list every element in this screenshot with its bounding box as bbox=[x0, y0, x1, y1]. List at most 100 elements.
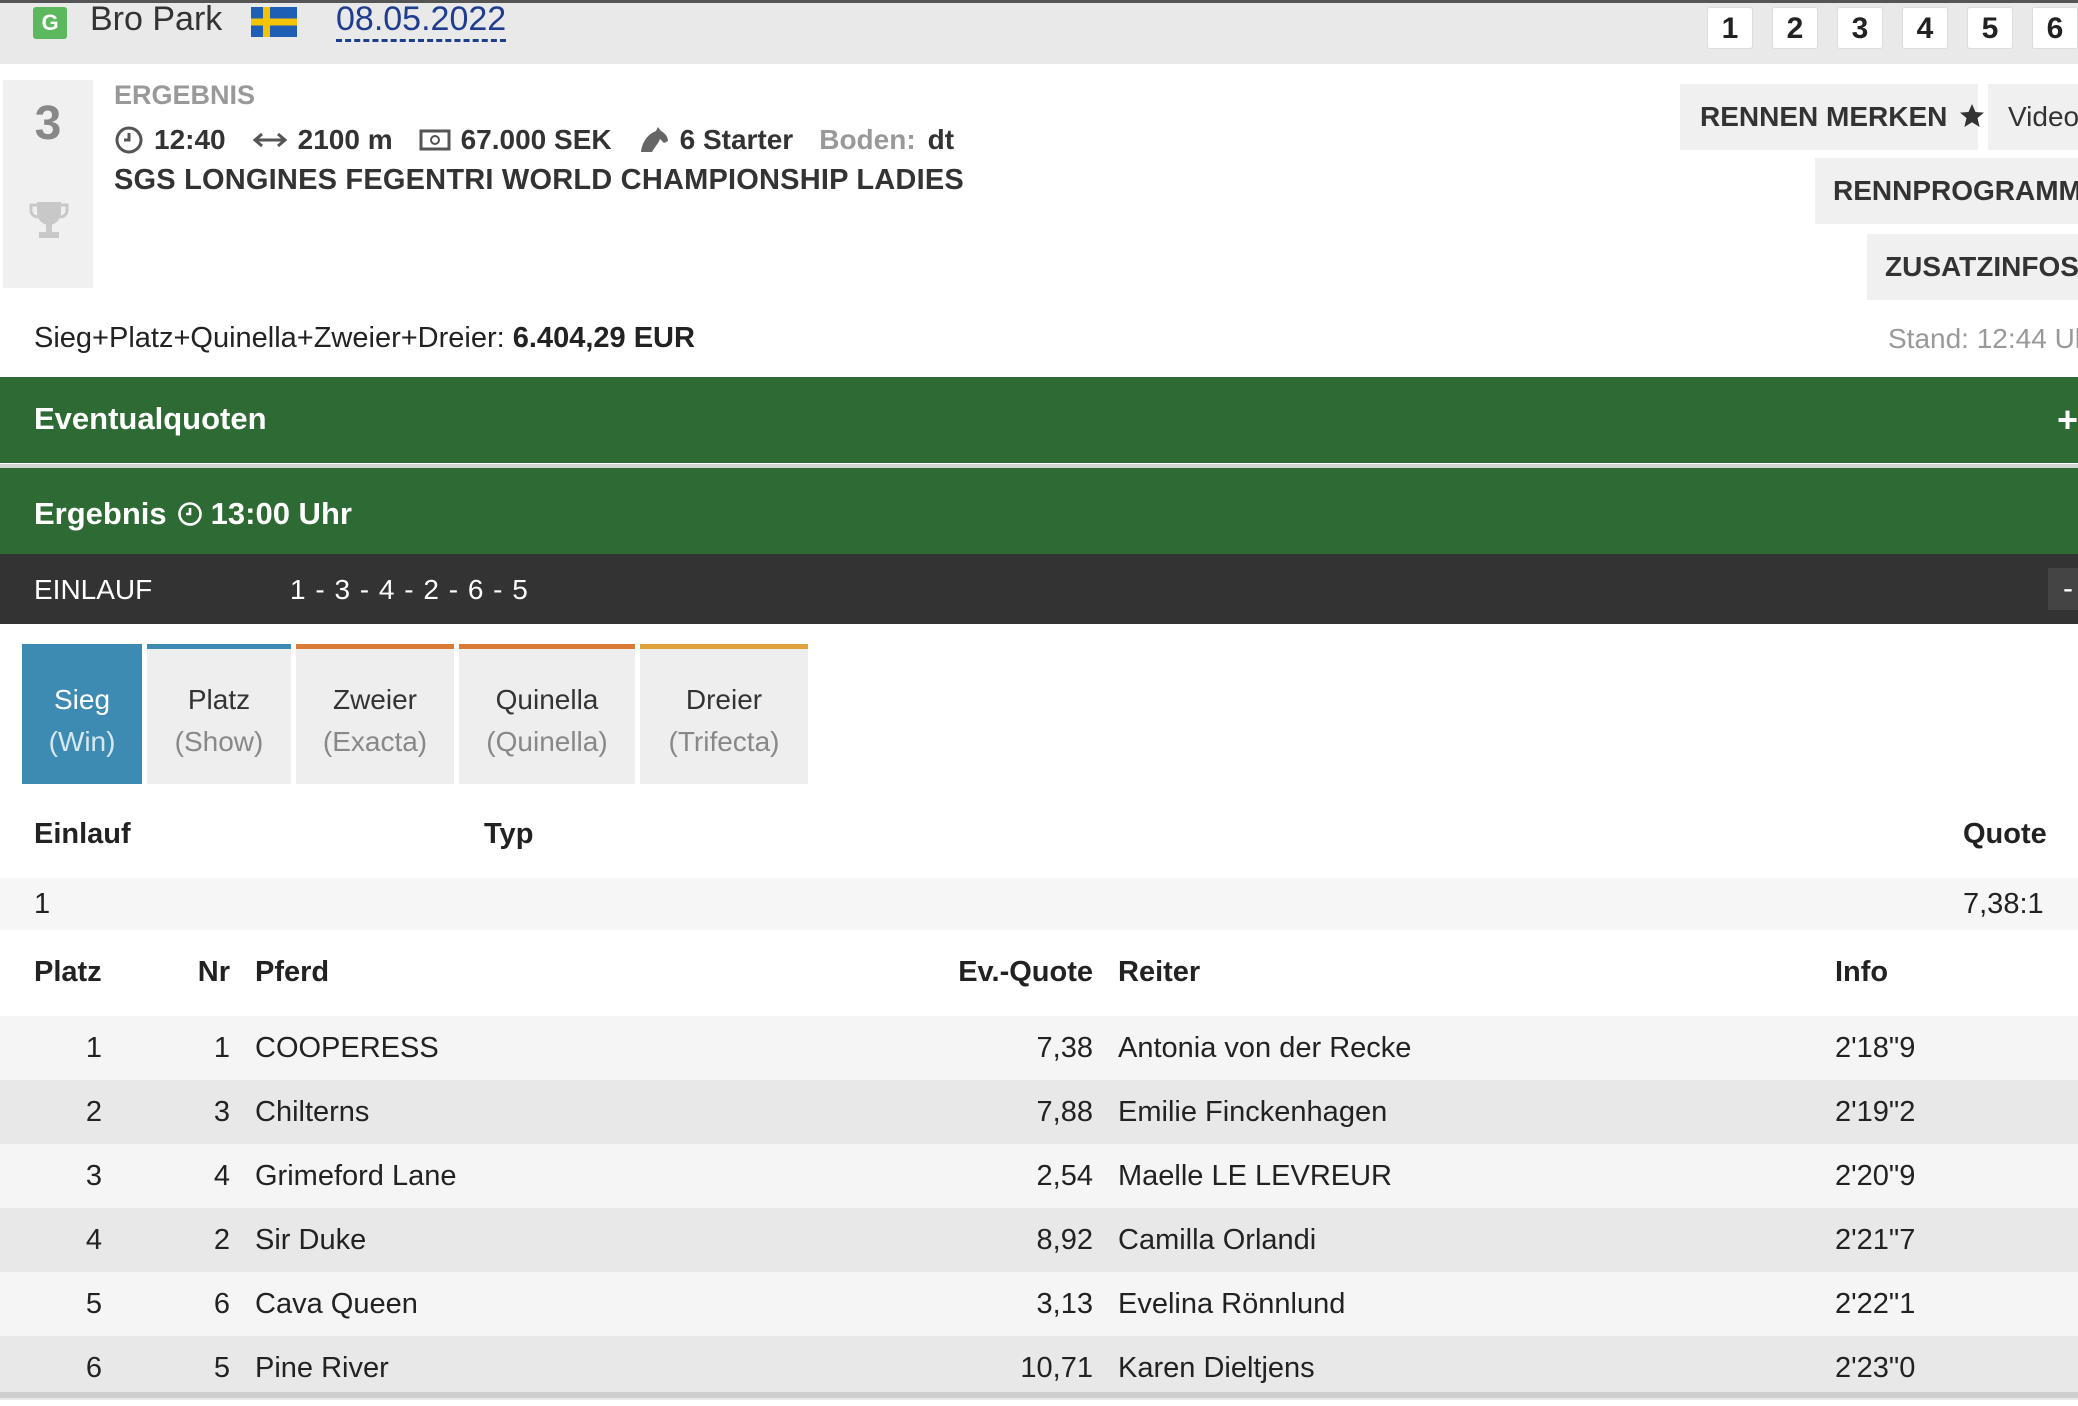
row-info: 2'19"2 bbox=[1835, 1096, 1916, 1128]
bookmark-race-button[interactable]: RENNEN MERKEN bbox=[1680, 84, 1985, 150]
row-horse[interactable]: Cava Queen bbox=[255, 1288, 418, 1321]
tab-label: Platz bbox=[187, 684, 251, 715]
bookmark-race-label: RENNEN MERKEN bbox=[1700, 101, 1948, 132]
collapse-icon[interactable]: - bbox=[2048, 568, 2078, 610]
tab-platz[interactable]: Platz (Show) bbox=[147, 644, 291, 784]
table-row: 2 3 Chilterns 7,88 Emilie Finckenhagen 2… bbox=[0, 1080, 2078, 1144]
race-button-2[interactable]: 2 bbox=[1772, 7, 1818, 49]
pool-label: Sieg+Platz+Quinella+Zweier+Dreier: bbox=[34, 322, 505, 354]
race-time: 12:40 bbox=[154, 124, 226, 155]
row-nr: 1 bbox=[213, 1032, 230, 1064]
table-bottom-rule bbox=[0, 1392, 2078, 1398]
row-horse[interactable]: Pine River bbox=[255, 1352, 389, 1385]
race-button-6[interactable]: 6 bbox=[2032, 7, 2078, 49]
col-info: Info bbox=[1835, 956, 1889, 988]
tab-dreier[interactable]: Dreier (Trifecta) bbox=[640, 644, 808, 784]
race-starters: 6 Starter bbox=[679, 124, 794, 155]
track-name: Bro Park bbox=[90, 0, 223, 38]
row-platz: 2 bbox=[85, 1096, 103, 1128]
row-horse[interactable]: COOPERESS bbox=[255, 1032, 439, 1065]
col-pferd: Pferd bbox=[255, 956, 330, 988]
quote-col-typ: Typ bbox=[484, 818, 534, 850]
finish-order-bar: EINLAUF 1 - 3 - 4 - 2 - 6 - 5 - bbox=[0, 554, 2078, 624]
expand-icon[interactable]: + bbox=[2057, 399, 2078, 441]
tab-sieg[interactable]: Sieg (Win) bbox=[22, 644, 142, 784]
race-button-5[interactable]: 5 bbox=[1967, 7, 2013, 49]
quote-einlauf: 1 bbox=[34, 888, 51, 920]
tab-label: Zweier bbox=[332, 684, 417, 715]
table-row: 5 6 Cava Queen 3,13 Evelina Rönnlund 2'2… bbox=[0, 1272, 2078, 1336]
row-rider[interactable]: Evelina Rönnlund bbox=[1118, 1288, 1345, 1321]
tab-label: Sieg bbox=[53, 684, 111, 715]
quote-table-row: 1 7,38:1 bbox=[0, 878, 2078, 930]
quote-value: 7,38:1 bbox=[1963, 888, 2044, 920]
row-quote: 8,92 bbox=[1036, 1224, 1093, 1256]
race-status: ERGEBNIS bbox=[114, 80, 256, 110]
ground-value: dt bbox=[927, 124, 955, 155]
finish-order-label: EINLAUF bbox=[34, 574, 153, 605]
row-info: 2'18"9 bbox=[1835, 1032, 1916, 1064]
race-title: SGS LONGINES FEGENTRI WORLD CHAMPIONSHIP… bbox=[114, 164, 964, 196]
race-date-link[interactable]: 08.05.2022 bbox=[336, 0, 507, 42]
tab-label: Dreier bbox=[685, 684, 763, 715]
result-title: Ergebnis 13:00 Uhr bbox=[34, 496, 352, 532]
tab-quinella[interactable]: Quinella (Quinella) bbox=[459, 644, 635, 784]
row-rider[interactable]: Antonia von der Recke bbox=[1118, 1032, 1411, 1065]
row-rider[interactable]: Camilla Orlandi bbox=[1118, 1224, 1316, 1257]
col-ev-quote: Ev.-Quote bbox=[958, 956, 1093, 988]
row-horse[interactable]: Sir Duke bbox=[255, 1224, 366, 1257]
race-prize: 67.000 SEK bbox=[460, 124, 612, 155]
row-quote: 7,88 bbox=[1036, 1096, 1093, 1128]
table-row: 3 4 Grimeford Lane 2,54 Maelle LE LEVREU… bbox=[0, 1144, 2078, 1208]
row-platz: 3 bbox=[85, 1160, 103, 1192]
eventual-odds-section[interactable]: Eventualquoten + bbox=[0, 377, 2078, 463]
eventual-odds-title: Eventualquoten bbox=[34, 401, 267, 436]
quote-table-header: Einlauf Typ Quote bbox=[0, 808, 2078, 878]
race-number-panel: 3 bbox=[3, 80, 93, 288]
row-platz: 6 bbox=[85, 1352, 103, 1384]
race-button-3[interactable]: 3 bbox=[1837, 7, 1883, 49]
additional-info-button[interactable]: ZUSATZINFOS bbox=[1867, 234, 2078, 300]
row-nr: 5 bbox=[213, 1352, 230, 1384]
row-platz: 4 bbox=[85, 1224, 103, 1256]
clock-icon bbox=[177, 502, 202, 526]
row-info: 2'21"7 bbox=[1835, 1224, 1916, 1256]
results-table-header: Platz Nr Pferd Ev.-Quote Reiter Info bbox=[0, 940, 2078, 1016]
tab-zweier[interactable]: Zweier (Exacta) bbox=[296, 644, 454, 784]
pool-summary: Sieg+Platz+Quinella+Zweier+Dreier: 6.404… bbox=[34, 322, 695, 355]
result-title-label: Ergebnis bbox=[34, 496, 167, 531]
star-icon bbox=[1960, 104, 1985, 127]
trophy-icon bbox=[29, 202, 69, 238]
race-button-1[interactable]: 1 bbox=[1707, 7, 1753, 49]
tab-sublabel: (Show) bbox=[174, 726, 264, 757]
clock-icon bbox=[115, 126, 143, 154]
col-platz: Platz bbox=[34, 956, 102, 988]
bet-type-tabs: Sieg (Win) Platz (Show) Zweier (Exacta) … bbox=[22, 644, 808, 784]
table-row: 1 1 COOPERESS 7,38 Antonia von der Recke… bbox=[0, 1016, 2078, 1080]
row-platz: 5 bbox=[85, 1288, 103, 1320]
race-info-line: 12:40 2100 m 67.000 SEK 6 Starter Boden:… bbox=[114, 120, 954, 160]
pool-amount: 6.404,29 EUR bbox=[512, 322, 695, 354]
tab-sublabel: (Trifecta) bbox=[668, 726, 780, 757]
race-selector: 1 2 3 4 5 6 bbox=[1707, 7, 2078, 49]
row-rider[interactable]: Karen Dieltjens bbox=[1118, 1352, 1315, 1385]
row-horse[interactable]: Grimeford Lane bbox=[255, 1160, 457, 1193]
result-section-header: Ergebnis 13:00 Uhr bbox=[0, 464, 2078, 554]
video-button[interactable]: Video bbox=[1988, 84, 2078, 150]
row-quote: 10,71 bbox=[1020, 1352, 1093, 1384]
tab-label: Quinella bbox=[495, 684, 599, 715]
row-quote: 2,54 bbox=[1036, 1160, 1093, 1192]
top-bar: G Bro Park 08.05.2022 1 2 3 4 5 6 bbox=[0, 0, 2078, 64]
row-rider[interactable]: Emilie Finckenhagen bbox=[1118, 1096, 1387, 1129]
race-button-4[interactable]: 4 bbox=[1902, 7, 1948, 49]
quote-col-quote: Quote bbox=[1963, 818, 2047, 850]
result-time: 13:00 Uhr bbox=[210, 496, 352, 531]
row-nr: 6 bbox=[213, 1288, 230, 1320]
race-program-button[interactable]: RENNPROGRAMM bbox=[1815, 158, 2078, 224]
col-reiter: Reiter bbox=[1118, 956, 1201, 988]
row-horse[interactable]: Chilterns bbox=[255, 1096, 369, 1129]
tab-sublabel: (Quinella) bbox=[486, 726, 608, 757]
row-rider[interactable]: Maelle LE LEVREUR bbox=[1118, 1160, 1392, 1193]
row-platz: 1 bbox=[85, 1032, 103, 1064]
row-quote: 3,13 bbox=[1036, 1288, 1093, 1320]
